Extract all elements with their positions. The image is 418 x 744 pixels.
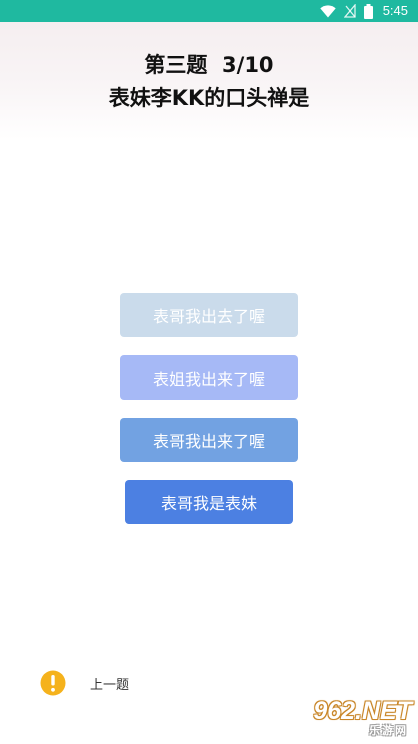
question-header: 第三题 3/10 表妹李KK的口头禅是 (0, 22, 418, 140)
previous-question-row[interactable]: 上一题 (40, 670, 129, 696)
answer-option-3[interactable]: 表哥我出来了喔 (120, 418, 298, 462)
watermark-brand: 962.NET (313, 697, 412, 725)
answer-option-4[interactable]: 表哥我是表妹 (125, 480, 293, 524)
answer-option-1[interactable]: 表哥我出去了喔 (120, 293, 298, 337)
exclamation-circle-icon (40, 670, 66, 696)
wifi-icon (319, 4, 336, 18)
status-time: 5:45 (382, 3, 408, 18)
battery-icon (363, 3, 373, 19)
status-bar: 5:45 (0, 0, 418, 22)
question-number: 第三题 3/10 (144, 53, 274, 77)
previous-question-button[interactable]: 上一题 (90, 674, 129, 693)
watermark: 962.NET 乐游网 (282, 698, 412, 738)
status-icons: 5:45 (319, 0, 408, 22)
signal-icon (343, 4, 356, 18)
watermark-subtitle: 乐游网 (369, 724, 408, 737)
question-text: 表妹李KK的口头禅是 (108, 86, 310, 110)
answer-option-2[interactable]: 表姐我出来了喔 (120, 355, 298, 400)
